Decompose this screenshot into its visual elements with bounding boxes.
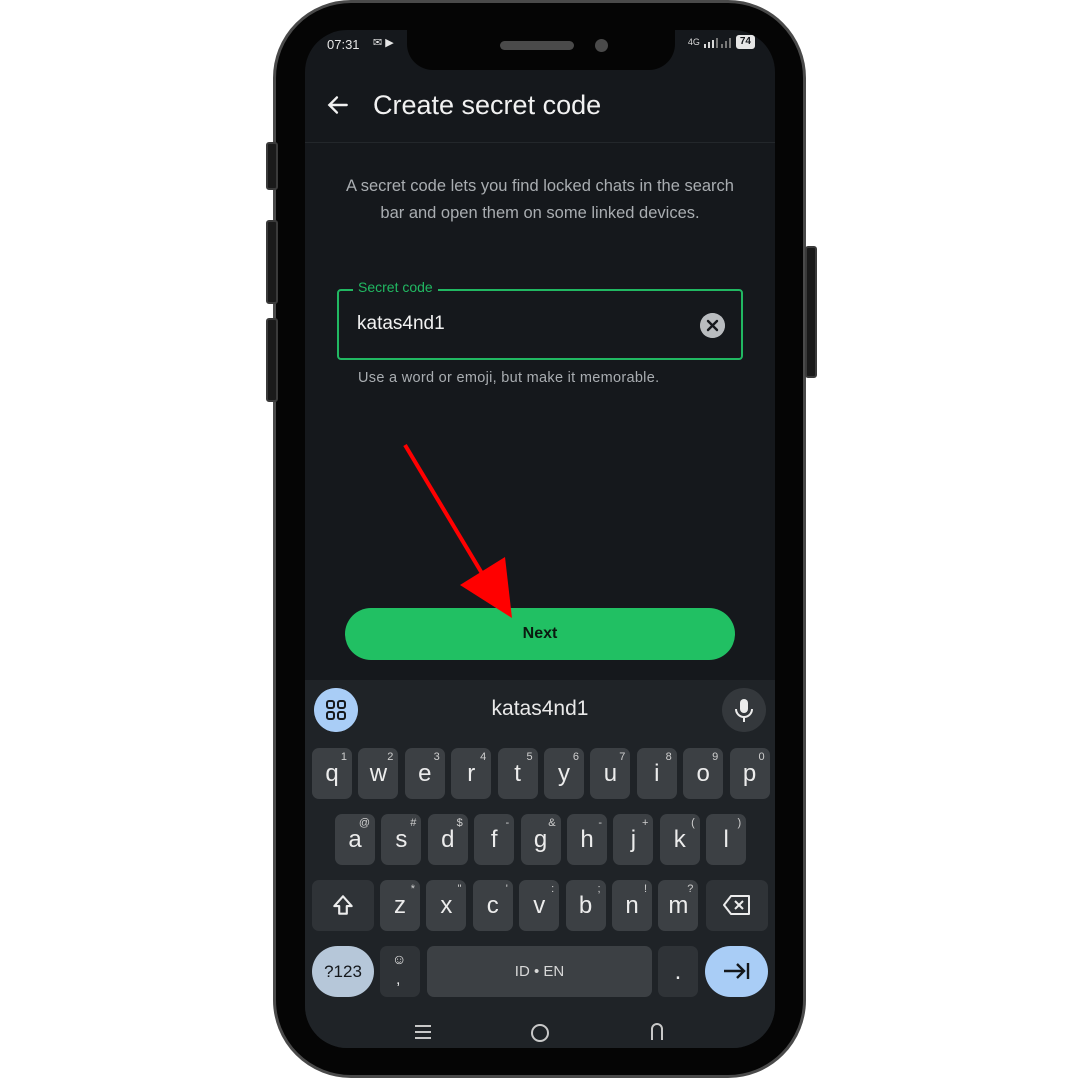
- annotation-arrow: [403, 443, 512, 618]
